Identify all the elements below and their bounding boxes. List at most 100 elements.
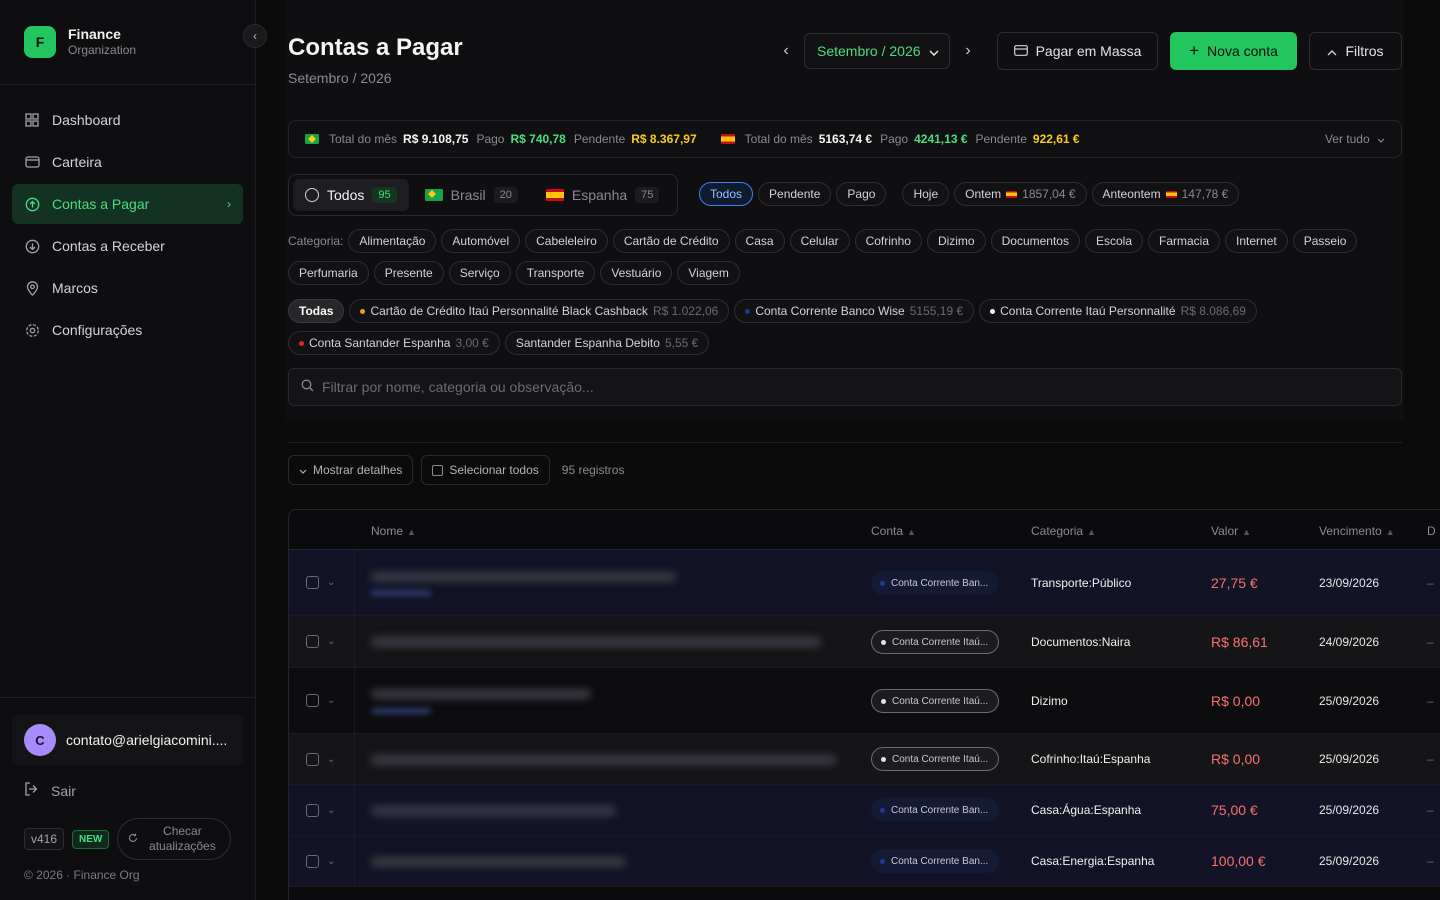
row-tag-redacted [371, 708, 431, 714]
show-details-button[interactable]: Mostrar detalhes [288, 455, 414, 485]
select-all-button[interactable]: Selecionar todos [421, 455, 550, 485]
category-chip[interactable]: Viagem [677, 261, 740, 285]
status-chip-todos[interactable]: Todos [699, 182, 754, 206]
chevron-down-icon[interactable]: ⌄ [327, 577, 335, 588]
status-chip-pago[interactable]: Pago [836, 182, 887, 206]
category-chip[interactable]: Dizimo [926, 229, 986, 253]
table-row[interactable]: ⌄ Conta Corrente Itaú... Documentos:Nair… [289, 616, 1440, 668]
next-month-button[interactable]: › [960, 42, 976, 60]
table-row[interactable]: ⌄ Conta Corrente Itaú... Dizimo R$ 0,00 … [289, 668, 1440, 734]
category-chip[interactable]: Alimentação [348, 229, 437, 253]
category-chip[interactable]: Transporte [515, 261, 596, 285]
category-chip[interactable]: Cabeleleiro [525, 229, 608, 253]
column-header-vencimento[interactable]: Vencimento ▲ [1319, 524, 1395, 538]
column-header-nome[interactable]: Nome ▲ [371, 524, 416, 538]
tab-espanha[interactable]: Espanha 75 [534, 179, 672, 211]
row-due-date: 25/09/2026 [1319, 752, 1380, 766]
pay-bulk-button[interactable]: Pagar em Massa [997, 32, 1158, 70]
previous-month-button[interactable]: ‹ [778, 42, 794, 60]
search-input[interactable]: Filtrar por nome, categoria ou observaçã… [288, 368, 1402, 406]
user-card[interactable]: C contato@arielgiacomini.... [12, 714, 243, 766]
check-updates-button[interactable]: Checar atualizações [117, 818, 232, 860]
account-name: Santander Espanha Debito [515, 336, 660, 350]
month-select[interactable]: Setembro / 2026 [804, 33, 950, 69]
globe-icon [305, 188, 319, 202]
row-checkbox[interactable] [306, 803, 319, 817]
sidebar-item-configuracoes[interactable]: Configurações [12, 310, 243, 350]
chevron-down-icon[interactable]: ⌄ [327, 805, 335, 816]
day-chip-yesterday[interactable]: Ontem 1857,04 € [954, 182, 1087, 206]
row-checkbox[interactable] [306, 694, 319, 707]
filters-button[interactable]: Filtros [1309, 32, 1402, 70]
sidebar-item-dashboard[interactable]: Dashboard [12, 100, 243, 140]
category-chip[interactable]: Casa [734, 229, 785, 253]
see-all-button[interactable]: Ver tudo [1325, 132, 1385, 146]
category-chip[interactable]: Presente [373, 261, 444, 285]
collapse-sidebar-button[interactable]: ‹ [243, 24, 267, 48]
pin-icon [24, 280, 40, 296]
row-due-date: 23/09/2026 [1319, 576, 1380, 590]
chevron-down-icon[interactable]: ⌄ [327, 856, 335, 867]
category-chip[interactable]: Passeio [1292, 229, 1358, 253]
row-checkbox[interactable] [306, 752, 319, 766]
br-paid-value: R$ 740,78 [510, 132, 566, 146]
row-controls: ⌄ [289, 616, 355, 667]
column-header-valor[interactable]: Valor ▲ [1211, 524, 1251, 538]
table-row[interactable]: ⌄ Conta Corrente Ban... Casa:Energia:Esp… [289, 836, 1440, 887]
month-navigator: ‹ Setembro / 2026 › [778, 33, 976, 69]
day-chip-before-yesterday[interactable]: Anteontem 147,78 € [1091, 182, 1240, 206]
category-chip[interactable]: Vestuário [600, 261, 673, 285]
row-controls: ⌄ [289, 836, 355, 886]
sidebar-item-marcos[interactable]: Marcos [12, 268, 243, 308]
category-chip[interactable]: Celular [789, 229, 850, 253]
see-all-label: Ver tudo [1324, 132, 1370, 146]
category-chip[interactable]: Cofrinho [854, 229, 922, 253]
column-header-categoria[interactable]: Categoria ▲ [1031, 524, 1096, 538]
account-amount: 5155,19 € [909, 304, 964, 318]
page-subtitle: Setembro / 2026 [288, 70, 392, 86]
chevron-left-icon: ‹ [253, 29, 257, 43]
category-chip[interactable]: Serviço [448, 261, 511, 285]
chevron-down-icon[interactable]: ⌄ [327, 636, 335, 647]
row-checkbox[interactable] [306, 576, 319, 589]
chevron-down-icon[interactable]: ⌄ [327, 695, 335, 706]
sidebar-item-contas-a-pagar[interactable]: Contas a Pagar › [12, 184, 243, 224]
category-chip[interactable]: Automóvel [441, 229, 521, 253]
logout-button[interactable]: Sair [24, 782, 76, 799]
table-row[interactable]: ⌄ Conta Corrente Ban... Casa:Água:Espanh… [289, 785, 1440, 836]
main: Contas a Pagar Setembro / 2026 ‹ Setembr… [256, 0, 1440, 900]
tab-todos[interactable]: Todos 95 [293, 179, 409, 211]
account-chip[interactable]: Santander Espanha Debito 5,55 € [504, 331, 710, 355]
table-row[interactable]: ⌄ Conta Corrente Itaú... Cofrinho:Itaú:E… [289, 734, 1440, 785]
new-account-button[interactable]: + Nova conta [1170, 32, 1297, 70]
account-chip-all[interactable]: Todas [288, 299, 345, 323]
br-total-value: R$ 9.108,75 [403, 132, 469, 146]
sort-icon: ▲ [1385, 527, 1395, 537]
check-updates-label: Checar atualizações [149, 824, 216, 853]
column-header-d[interactable]: D [1427, 524, 1436, 538]
category-chip[interactable]: Documentos [990, 229, 1080, 253]
account-chip[interactable]: Cartão de Crédito Itaú Personnalité Blac… [349, 299, 730, 323]
category-chip[interactable]: Internet [1225, 229, 1288, 253]
sidebar-item-carteira[interactable]: Carteira [12, 142, 243, 182]
account-chip[interactable]: Conta Santander Espanha 3,00 € [288, 331, 500, 355]
category-chip[interactable]: Escola [1084, 229, 1144, 253]
row-checkbox[interactable] [306, 854, 319, 868]
day-chip-today[interactable]: Hoje [902, 182, 950, 206]
sidebar-item-contas-a-receber[interactable]: Contas a Receber [12, 226, 243, 266]
category-chip[interactable]: Perfumaria [288, 261, 369, 285]
column-header-conta[interactable]: Conta ▲ [871, 524, 916, 538]
tab-label: Todos [327, 187, 365, 203]
tab-brasil[interactable]: Brasil 20 [413, 179, 530, 211]
account-chip[interactable]: Conta Corrente Itaú Personnalité R$ 8.08… [979, 299, 1257, 323]
avatar: C [24, 724, 56, 756]
row-checkbox[interactable] [306, 635, 319, 648]
brand[interactable]: F Finance Organization [24, 26, 136, 58]
sort-icon: ▲ [907, 527, 916, 537]
account-chip[interactable]: Conta Corrente Banco Wise 5155,19 € [734, 299, 975, 323]
category-chip[interactable]: Cartão de Crédito [612, 229, 730, 253]
category-chip[interactable]: Farmacia [1148, 229, 1221, 253]
chevron-down-icon[interactable]: ⌄ [327, 754, 335, 765]
status-chip-pendente[interactable]: Pendente [758, 182, 832, 206]
table-row[interactable]: ⌄ Conta Corrente Ban... Transporte:Públi… [289, 550, 1440, 616]
